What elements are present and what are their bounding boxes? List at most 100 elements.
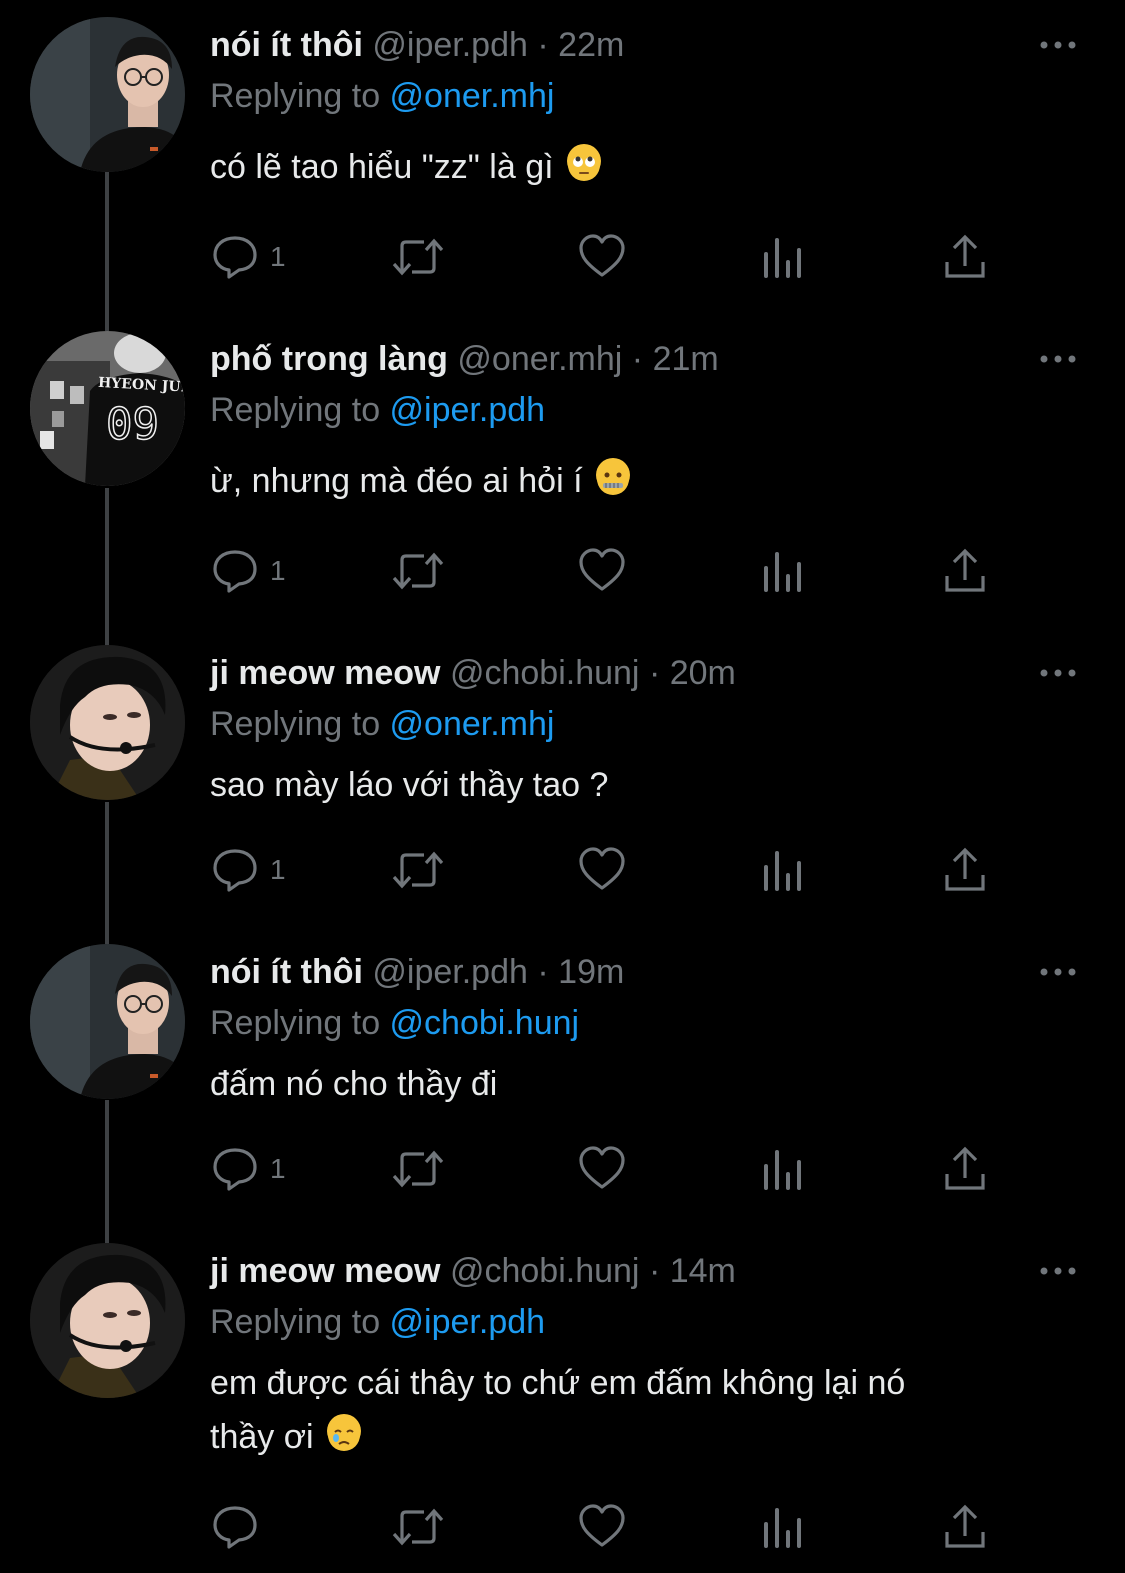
replying-to-mention[interactable]: @oner.mhj bbox=[390, 77, 555, 115]
like-button[interactable] bbox=[577, 232, 627, 282]
more-options-icon[interactable] bbox=[1038, 665, 1078, 681]
replying-to-label: Replying to bbox=[210, 77, 390, 115]
tweet-text: có lẽ tao hiểu "zz" là gì bbox=[210, 140, 1030, 194]
tweet[interactable]: nói ít thôi @iper.pdh · 19m Replying to … bbox=[0, 927, 1125, 1227]
like-button[interactable] bbox=[577, 1502, 627, 1552]
like-button[interactable] bbox=[577, 546, 627, 596]
reply-count: 1 bbox=[270, 1153, 286, 1184]
retweet-button[interactable] bbox=[390, 546, 446, 596]
tweet-actions: 1 bbox=[210, 232, 1010, 282]
replying-to-line: Replying to @chobi.hunj bbox=[210, 998, 579, 1048]
share-button[interactable] bbox=[942, 232, 988, 282]
timestamp[interactable]: 14m bbox=[670, 1252, 736, 1290]
separator-dot: · bbox=[537, 953, 549, 991]
display-name[interactable]: phố trong làng bbox=[210, 340, 448, 378]
heart-icon bbox=[579, 548, 625, 591]
views-button[interactable] bbox=[760, 546, 806, 596]
reply-count: 1 bbox=[270, 854, 286, 885]
views-button[interactable] bbox=[760, 232, 806, 282]
replying-to-label: Replying to bbox=[210, 1303, 390, 1341]
share-button[interactable] bbox=[942, 1502, 988, 1552]
tweet-text: ừ, nhưng mà đéo ai hỏi í bbox=[210, 454, 1030, 508]
separator-dot: · bbox=[631, 340, 644, 378]
avatar[interactable] bbox=[30, 17, 185, 172]
share-icon bbox=[945, 1146, 985, 1190]
username[interactable]: @iper.pdh bbox=[372, 26, 528, 64]
separator-dot: · bbox=[537, 26, 549, 64]
timestamp[interactable]: 21m bbox=[653, 340, 719, 378]
tweet-text-content: có lẽ tao hiểu "zz" là gì bbox=[210, 148, 554, 186]
tweet[interactable]: ji meow meow @chobi.hunj · 20m Replying … bbox=[0, 628, 1125, 928]
reply-button[interactable]: 1 bbox=[210, 1144, 286, 1194]
username[interactable]: @chobi.hunj bbox=[450, 654, 640, 692]
like-button[interactable] bbox=[577, 845, 627, 895]
avatar[interactable] bbox=[30, 645, 185, 800]
face-holding-back-tears-icon bbox=[327, 1414, 362, 1451]
username[interactable]: @oner.mhj bbox=[457, 340, 622, 378]
share-button[interactable] bbox=[942, 1144, 988, 1194]
timestamp[interactable]: 22m bbox=[558, 26, 624, 64]
display-name[interactable]: nói ít thôi bbox=[210, 26, 363, 64]
timestamp[interactable]: 19m bbox=[558, 953, 624, 991]
replying-to-label: Replying to bbox=[210, 705, 390, 743]
timestamp[interactable]: 20m bbox=[670, 654, 736, 692]
retweet-button[interactable] bbox=[390, 1502, 446, 1552]
retweet-button[interactable] bbox=[390, 845, 446, 895]
tweet-actions bbox=[210, 1502, 1010, 1552]
reply-button[interactable]: 1 bbox=[210, 845, 286, 895]
heart-icon bbox=[579, 234, 625, 277]
avatar[interactable]: HYEON JUN 09 bbox=[30, 331, 185, 486]
glasses-guy-avatar-image bbox=[30, 17, 185, 172]
tweet[interactable]: ji meow meow @chobi.hunj · 14m Replying … bbox=[0, 1226, 1125, 1573]
tweet-header: nói ít thôi @iper.pdh · 22m bbox=[210, 20, 624, 70]
tweet-text: đấm nó cho thầy đi bbox=[210, 1057, 1030, 1111]
retweet-button[interactable] bbox=[390, 1144, 446, 1194]
username[interactable]: @chobi.hunj bbox=[450, 1252, 640, 1290]
like-button[interactable] bbox=[577, 1144, 627, 1194]
retweet-icon bbox=[392, 851, 444, 889]
replying-to-line: Replying to @oner.mhj bbox=[210, 699, 554, 749]
reply-button[interactable]: 1 bbox=[210, 546, 286, 596]
more-options-icon[interactable] bbox=[1038, 1263, 1078, 1279]
display-name[interactable]: ji meow meow bbox=[210, 1252, 441, 1290]
separator-dot: · bbox=[648, 1252, 661, 1290]
reply-icon bbox=[213, 550, 257, 593]
replying-to-mention[interactable]: @iper.pdh bbox=[390, 391, 546, 429]
reply-button[interactable] bbox=[210, 1502, 260, 1552]
share-button[interactable] bbox=[942, 546, 988, 596]
more-options-icon[interactable] bbox=[1038, 37, 1078, 53]
retweet-icon bbox=[392, 1150, 444, 1188]
retweet-button[interactable] bbox=[390, 232, 446, 282]
heart-icon bbox=[579, 1146, 625, 1189]
replying-to-mention[interactable]: @iper.pdh bbox=[390, 1303, 546, 1341]
more-options-icon[interactable] bbox=[1038, 351, 1078, 367]
more-options-icon[interactable] bbox=[1038, 964, 1078, 980]
tweet[interactable]: HYEON JUN 09 phố trong làng @oner.mhj · … bbox=[0, 314, 1125, 629]
tweet-text-content: ừ, nhưng mà đéo ai hỏi í bbox=[210, 462, 583, 500]
tweet[interactable]: nói ít thôi @iper.pdh · 22m Replying to … bbox=[0, 0, 1125, 315]
replying-to-mention[interactable]: @oner.mhj bbox=[390, 705, 555, 743]
views-button[interactable] bbox=[760, 1144, 806, 1194]
separator-dot: · bbox=[648, 654, 661, 692]
avatar[interactable] bbox=[30, 944, 185, 1099]
display-name[interactable]: ji meow meow bbox=[210, 654, 441, 692]
heart-icon bbox=[579, 847, 625, 890]
avatar[interactable] bbox=[30, 1243, 185, 1398]
jersey-number-text: 09 bbox=[105, 399, 159, 450]
views-button[interactable] bbox=[760, 1502, 806, 1552]
share-icon bbox=[945, 847, 985, 891]
reply-count: 1 bbox=[270, 241, 286, 272]
analytics-icon bbox=[764, 238, 801, 278]
display-name[interactable]: nói ít thôi bbox=[210, 953, 363, 991]
headset-guy-avatar-image bbox=[30, 1243, 185, 1398]
reply-icon bbox=[213, 1148, 257, 1191]
share-icon bbox=[945, 548, 985, 592]
share-button[interactable] bbox=[942, 845, 988, 895]
views-button[interactable] bbox=[760, 845, 806, 895]
username[interactable]: @iper.pdh bbox=[372, 953, 528, 991]
tweet-actions: 1 bbox=[210, 1144, 1010, 1194]
reply-icon bbox=[213, 849, 257, 892]
reply-button[interactable]: 1 bbox=[210, 232, 286, 282]
replying-to-line: Replying to @iper.pdh bbox=[210, 1297, 545, 1347]
replying-to-mention[interactable]: @chobi.hunj bbox=[390, 1004, 580, 1042]
